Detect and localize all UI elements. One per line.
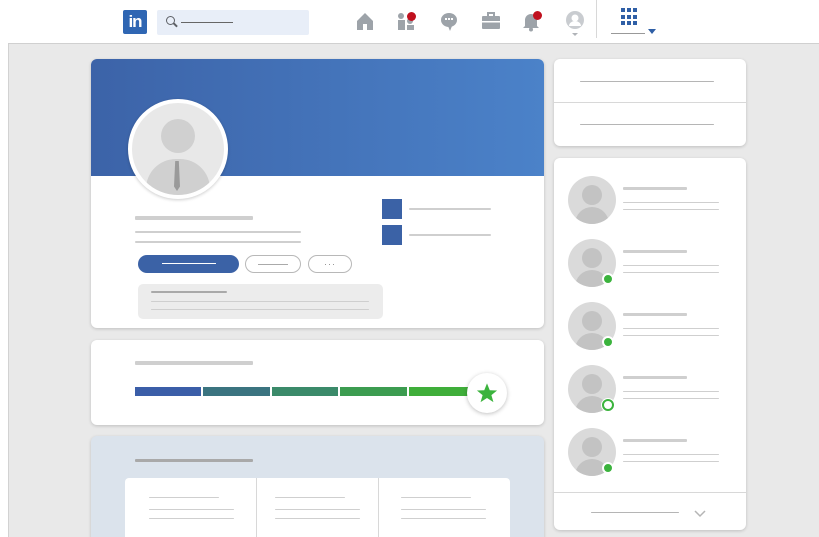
- people-card-divider: [554, 492, 746, 493]
- search-placeholder-line: [181, 22, 233, 23]
- profile-card: ···: [91, 59, 544, 328]
- person-item[interactable]: [568, 302, 719, 350]
- more-button[interactable]: ···: [308, 255, 352, 273]
- online-status-icon: [602, 273, 614, 285]
- person-item[interactable]: [568, 365, 719, 413]
- work-label-line: [611, 33, 645, 34]
- profile-strength-meter: [135, 387, 476, 396]
- people-you-may-know-card: [554, 158, 746, 530]
- home-icon[interactable]: [354, 10, 376, 32]
- network-notification-badge: [407, 12, 416, 21]
- strength-title-line: [135, 361, 253, 365]
- star-icon: [476, 383, 498, 403]
- sidebar-links-card: [554, 59, 746, 146]
- add-section-button[interactable]: [245, 255, 301, 273]
- school-name-line: [409, 234, 491, 236]
- show-more-line[interactable]: [591, 512, 679, 513]
- online-status-icon: [602, 462, 614, 474]
- profile-strength-card: [91, 340, 544, 425]
- online-status-icon: [602, 336, 614, 348]
- work-grid-icon[interactable]: [621, 8, 639, 26]
- profile-headline-line: [135, 231, 301, 233]
- messaging-icon[interactable]: [438, 10, 460, 32]
- profile-name-line: [135, 216, 253, 220]
- person-item[interactable]: [568, 176, 719, 224]
- my-network-icon[interactable]: [395, 10, 417, 32]
- school-logo-square[interactable]: [382, 225, 402, 245]
- notifications-icon[interactable]: [520, 10, 542, 32]
- search-input[interactable]: [157, 10, 309, 35]
- mobile-status-icon: [602, 399, 614, 411]
- person-item[interactable]: [568, 428, 719, 476]
- dashboard-card: [91, 436, 544, 537]
- caret-down-icon[interactable]: [648, 29, 656, 34]
- top-nav-bar: in: [8, 0, 819, 44]
- more-dots-icon: ···: [324, 259, 336, 269]
- about-box[interactable]: [138, 284, 383, 319]
- chevron-down-icon[interactable]: [694, 505, 706, 523]
- company-name-line: [409, 208, 491, 210]
- sidebar-divider: [554, 102, 746, 103]
- dashboard-stats: [125, 478, 510, 537]
- person-avatar: [568, 176, 616, 224]
- person-item[interactable]: [568, 239, 719, 287]
- all-star-badge[interactable]: [467, 373, 507, 413]
- linkedin-logo[interactable]: in: [123, 10, 147, 34]
- profile-photo[interactable]: [128, 99, 228, 199]
- profile-location-line: [135, 241, 301, 243]
- sidebar-link-line[interactable]: [580, 124, 714, 125]
- open-to-button[interactable]: [138, 255, 239, 273]
- me-avatar-icon[interactable]: [564, 10, 586, 36]
- company-logo-square[interactable]: [382, 199, 402, 219]
- sidebar-link-line[interactable]: [580, 81, 714, 82]
- jobs-icon[interactable]: [480, 10, 502, 32]
- notifications-badge: [533, 11, 542, 20]
- dashboard-title-line: [135, 459, 253, 462]
- nav-divider: [596, 0, 597, 38]
- search-icon: [166, 16, 175, 25]
